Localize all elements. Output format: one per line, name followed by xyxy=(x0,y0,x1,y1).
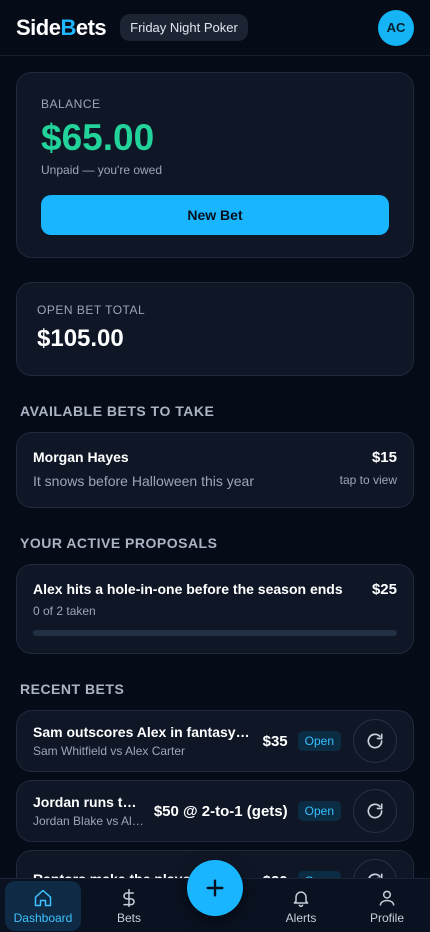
nav-alerts[interactable]: Alerts xyxy=(263,881,339,931)
recent-bet-row[interactable]: Sam outscores Alex in fantasy football S… xyxy=(16,710,414,772)
plus-icon xyxy=(206,879,224,897)
logo-text-b: B xyxy=(60,14,76,40)
balance-card: BALANCE $65.00 Unpaid — you're owed New … xyxy=(16,72,414,258)
user-icon xyxy=(379,890,395,906)
logo-text-ets: ets xyxy=(75,14,107,40)
balance-subtext: Unpaid — you're owed xyxy=(41,163,163,177)
refresh-button[interactable] xyxy=(353,789,397,833)
bell-icon xyxy=(293,890,309,907)
recent-bet-amount: $50 @ 2-to-1 (gets) xyxy=(153,802,288,820)
proposal-title: Alex hits a hole-in-one before the seaso… xyxy=(33,581,343,597)
proposal-item[interactable]: Alex hits a hole-in-one before the seaso… xyxy=(16,564,414,654)
nav-bets[interactable]: Bets xyxy=(91,881,167,931)
recent-bets-title: RECENT BETS xyxy=(20,681,125,697)
tap-to-view-hint: tap to view xyxy=(339,473,397,487)
available-bets-title: AVAILABLE BETS TO TAKE xyxy=(20,403,215,419)
bet-description: It snows before Halloween this year xyxy=(33,473,254,489)
bet-proposer-name: Morgan Hayes xyxy=(33,449,129,465)
recent-bet-participants: Jordan Blake vs Alex Carter xyxy=(33,814,144,828)
recent-bet-participants: Sam Whitfield vs Alex Carter xyxy=(33,744,186,758)
proposal-amount: $25 xyxy=(371,581,397,598)
app-header: Side Bets Friday Night Poker AC xyxy=(0,0,430,56)
new-bet-button[interactable]: New Bet xyxy=(41,195,389,235)
recent-bet-amount: $35 xyxy=(262,732,288,750)
balance-label: BALANCE xyxy=(41,97,101,111)
group-selector[interactable]: Friday Night Poker xyxy=(120,14,248,41)
nav-profile[interactable]: Profile xyxy=(349,881,425,931)
status-badge: Open xyxy=(297,801,341,821)
open-bet-total-card: OPEN BET TOTAL $105.00 xyxy=(16,282,414,376)
open-total-amount: $105.00 xyxy=(37,325,124,352)
open-total-label: OPEN BET TOTAL xyxy=(37,303,146,317)
refresh-icon xyxy=(367,803,383,819)
recent-bet-row[interactable]: Jordan runs the marathon Jordan Blake vs… xyxy=(16,780,414,842)
balance-amount: $65.00 xyxy=(41,117,155,158)
proposal-progress-bar xyxy=(33,630,397,636)
dollar-icon xyxy=(123,888,135,907)
nav-label: Alerts xyxy=(285,910,317,925)
recent-bet-info: Jordan runs the marathon Jordan Blake vs… xyxy=(33,794,144,828)
bet-amount: $15 xyxy=(371,449,397,466)
avatar[interactable]: AC xyxy=(378,9,414,46)
nav-label: Bets xyxy=(116,910,141,925)
recent-bet-title: Sam outscores Alex in fantasy football xyxy=(33,724,253,740)
nav-label: Dashboard xyxy=(13,910,73,925)
active-proposals-title: YOUR ACTIVE PROPOSALS xyxy=(20,535,218,551)
app-logo[interactable]: Side Bets xyxy=(16,14,107,41)
available-bet-item[interactable]: Morgan Hayes It snows before Halloween t… xyxy=(16,432,414,508)
add-bet-fab[interactable] xyxy=(187,860,243,916)
home-icon xyxy=(34,889,52,906)
nav-label: Profile xyxy=(369,910,404,925)
logo-text-side: Side xyxy=(16,14,61,40)
refresh-button[interactable] xyxy=(353,719,397,763)
status-badge: Open xyxy=(297,731,341,751)
recent-bet-title: Jordan runs the marathon xyxy=(33,794,144,810)
nav-dashboard[interactable]: Dashboard xyxy=(5,881,81,931)
refresh-icon xyxy=(367,733,383,749)
proposal-taken-count: 0 of 2 taken xyxy=(33,604,96,618)
recent-bet-info: Sam outscores Alex in fantasy football S… xyxy=(33,724,253,758)
